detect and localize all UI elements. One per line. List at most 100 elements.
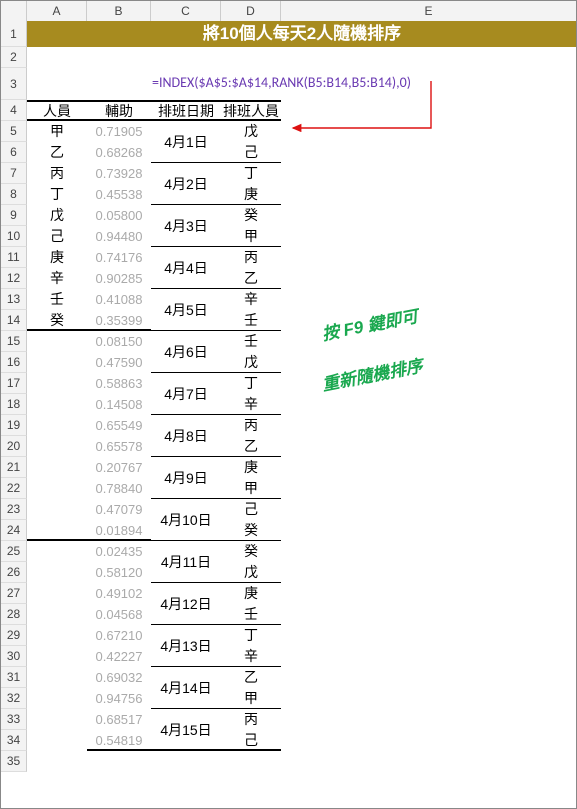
cell-aux[interactable]: 0.69032 xyxy=(87,667,151,688)
cell-schedule[interactable]: 丁 xyxy=(221,373,281,394)
row-label-18[interactable]: 18 xyxy=(1,394,27,415)
row-label-2[interactable]: 2 xyxy=(1,47,27,68)
cell-schedule[interactable]: 乙 xyxy=(221,436,281,457)
row-label-12[interactable]: 12 xyxy=(1,268,27,289)
row-label-23[interactable]: 23 xyxy=(1,499,27,520)
row-label-20[interactable]: 20 xyxy=(1,436,27,457)
row-label-16[interactable]: 16 xyxy=(1,352,27,373)
cell-schedule[interactable]: 己 xyxy=(221,730,281,751)
row-label-25[interactable]: 25 xyxy=(1,541,27,562)
cell-aux[interactable]: 0.58120 xyxy=(87,562,151,583)
cell-aux[interactable]: 0.67210 xyxy=(87,625,151,646)
cell-person[interactable]: 己 xyxy=(27,226,87,247)
cell-schedule[interactable]: 癸 xyxy=(221,205,281,226)
row-label-21[interactable]: 21 xyxy=(1,457,27,478)
cell-person[interactable]: 甲 xyxy=(27,121,87,142)
row-label-7[interactable]: 7 xyxy=(1,163,27,184)
row-label-6[interactable]: 6 xyxy=(1,142,27,163)
cell-person[interactable]: 壬 xyxy=(27,289,87,310)
cell-aux[interactable]: 0.94480 xyxy=(87,226,151,247)
row-label-13[interactable]: 13 xyxy=(1,289,27,310)
cell-date[interactable]: 4月15日 xyxy=(151,709,221,751)
cell-person[interactable]: 癸 xyxy=(27,310,87,331)
row-label-22[interactable]: 22 xyxy=(1,478,27,499)
cell-date[interactable]: 4月11日 xyxy=(151,541,221,583)
cell-aux[interactable]: 0.01894 xyxy=(87,520,151,541)
col-label-b[interactable]: B xyxy=(87,1,151,21)
row-label-33[interactable]: 33 xyxy=(1,709,27,730)
cell-aux[interactable]: 0.65578 xyxy=(87,436,151,457)
cell-aux[interactable]: 0.08150 xyxy=(87,331,151,352)
cell-date[interactable]: 4月2日 xyxy=(151,163,221,205)
cell-date[interactable]: 4月8日 xyxy=(151,415,221,457)
cell-date[interactable]: 4月5日 xyxy=(151,289,221,331)
cell-aux[interactable]: 0.73928 xyxy=(87,163,151,184)
cell-schedule[interactable]: 甲 xyxy=(221,688,281,709)
cell-aux[interactable]: 0.90285 xyxy=(87,268,151,289)
row-label-24[interactable]: 24 xyxy=(1,520,27,541)
row-label-4[interactable]: 4 xyxy=(1,100,27,121)
cell-schedule[interactable]: 癸 xyxy=(221,541,281,562)
cell-schedule[interactable]: 庚 xyxy=(221,457,281,478)
row-label-10[interactable]: 10 xyxy=(1,226,27,247)
cell-person[interactable] xyxy=(27,646,87,667)
row-label-27[interactable]: 27 xyxy=(1,583,27,604)
cell-person[interactable] xyxy=(27,688,87,709)
cell-person[interactable] xyxy=(27,583,87,604)
cell-person[interactable]: 庚 xyxy=(27,247,87,268)
cell-aux[interactable]: 0.94756 xyxy=(87,688,151,709)
cell-aux[interactable]: 0.47590 xyxy=(87,352,151,373)
cell-aux[interactable]: 0.68268 xyxy=(87,142,151,163)
cell-date[interactable]: 4月10日 xyxy=(151,499,221,541)
row-label-11[interactable]: 11 xyxy=(1,247,27,268)
cell-date[interactable]: 4月12日 xyxy=(151,583,221,625)
cell-schedule[interactable]: 戊 xyxy=(221,121,281,142)
cell-aux[interactable]: 0.47079 xyxy=(87,499,151,520)
cell-person[interactable] xyxy=(27,415,87,436)
cell-schedule[interactable]: 乙 xyxy=(221,667,281,688)
cell-aux[interactable]: 0.02435 xyxy=(87,541,151,562)
cell-aux[interactable]: 0.14508 xyxy=(87,394,151,415)
cell-schedule[interactable]: 丙 xyxy=(221,709,281,730)
cell-schedule[interactable]: 壬 xyxy=(221,604,281,625)
row-label-15[interactable]: 15 xyxy=(1,331,27,352)
cell-person[interactable] xyxy=(27,373,87,394)
cell-aux[interactable]: 0.45538 xyxy=(87,184,151,205)
cell-date[interactable]: 4月9日 xyxy=(151,457,221,499)
cell-schedule[interactable]: 辛 xyxy=(221,646,281,667)
cell-person[interactable] xyxy=(27,604,87,625)
row-label-32[interactable]: 32 xyxy=(1,688,27,709)
cell-aux[interactable]: 0.74176 xyxy=(87,247,151,268)
col-label-e[interactable]: E xyxy=(281,1,577,21)
col-label-a[interactable]: A xyxy=(27,1,87,21)
cell-schedule[interactable]: 癸 xyxy=(221,520,281,541)
cell-aux[interactable]: 0.54819 xyxy=(87,730,151,751)
cell-date[interactable]: 4月13日 xyxy=(151,625,221,667)
cell-schedule[interactable]: 壬 xyxy=(221,331,281,352)
cell-aux[interactable]: 0.78840 xyxy=(87,478,151,499)
row-label-8[interactable]: 8 xyxy=(1,184,27,205)
cell-person[interactable]: 戊 xyxy=(27,205,87,226)
cell-aux[interactable]: 0.71905 xyxy=(87,121,151,142)
cell-date[interactable]: 4月7日 xyxy=(151,373,221,415)
cell-person[interactable] xyxy=(27,478,87,499)
cell-schedule[interactable]: 乙 xyxy=(221,268,281,289)
row-label-26[interactable]: 26 xyxy=(1,562,27,583)
row-label-3[interactable]: 3 xyxy=(1,68,27,100)
cell-aux[interactable]: 0.49102 xyxy=(87,583,151,604)
cell-schedule[interactable]: 庚 xyxy=(221,184,281,205)
cell-aux[interactable]: 0.41088 xyxy=(87,289,151,310)
cell-person[interactable] xyxy=(27,562,87,583)
row-label-1[interactable]: 1 xyxy=(1,21,27,47)
cell-person[interactable] xyxy=(27,541,87,562)
cell-aux[interactable]: 0.65549 xyxy=(87,415,151,436)
cell-schedule[interactable]: 辛 xyxy=(221,394,281,415)
cell-person[interactable] xyxy=(27,436,87,457)
cell-aux[interactable]: 0.20767 xyxy=(87,457,151,478)
cell-person[interactable] xyxy=(27,394,87,415)
cell-person[interactable] xyxy=(27,625,87,646)
row-label-29[interactable]: 29 xyxy=(1,625,27,646)
cell-person[interactable]: 乙 xyxy=(27,142,87,163)
cell-person[interactable] xyxy=(27,730,87,751)
col-label-d[interactable]: D xyxy=(221,1,281,21)
